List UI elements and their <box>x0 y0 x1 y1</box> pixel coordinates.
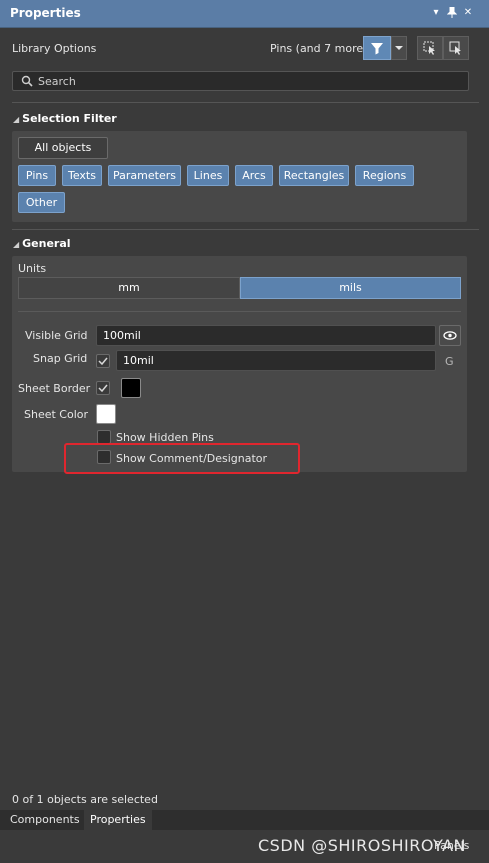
snap-grid-value: 10mil <box>123 354 154 367</box>
library-options-label: Library Options <box>12 42 97 55</box>
filter-button[interactable] <box>363 36 391 60</box>
sheet-border-checkbox[interactable] <box>96 381 110 395</box>
filter-dropdown-button[interactable] <box>391 36 407 60</box>
search-icon <box>21 75 33 87</box>
snap-grid-label: Snap Grid <box>33 352 88 365</box>
select-touching-button[interactable] <box>443 36 469 60</box>
filter-chip-arcs[interactable]: Arcs <box>235 165 273 186</box>
divider <box>12 229 479 230</box>
filter-chip-rectangles[interactable]: Rectangles <box>279 165 349 186</box>
check-icon <box>98 357 108 366</box>
sheet-color-label: Sheet Color <box>24 408 89 421</box>
select-touching-icon <box>449 41 461 55</box>
selection-status: 0 of 1 objects are selected <box>12 793 158 806</box>
snap-grid-checkbox[interactable] <box>96 354 110 368</box>
panel-title-bar: Properties ▾ ✕ <box>0 0 489 28</box>
sheet-border-label: Sheet Border <box>18 382 91 395</box>
filter-chip-regions[interactable]: Regions <box>355 165 414 186</box>
general-header[interactable]: ◢ General <box>13 237 71 250</box>
watermark: CSDN @SHIROSHIROYAN <box>258 836 467 855</box>
divider <box>12 102 479 103</box>
snap-grid-field[interactable]: 10mil <box>116 350 436 371</box>
visible-grid-field[interactable]: 100mil <box>96 325 436 346</box>
select-mask-button[interactable] <box>417 36 443 60</box>
search-input[interactable]: Search <box>12 71 469 91</box>
visible-grid-value: 100mil <box>103 329 141 342</box>
show-hidden-pins-checkbox[interactable] <box>97 430 111 444</box>
units-mils-option[interactable]: mils <box>240 277 461 299</box>
tab-components[interactable]: Components <box>4 810 86 830</box>
filter-icon <box>371 43 383 55</box>
units-label: Units <box>18 262 47 275</box>
eye-icon <box>443 331 457 340</box>
panel-tab-bar: Components Properties <box>0 810 489 830</box>
header-row: Library Options Pins (and 7 more) <box>12 36 476 65</box>
chevron-down-icon[interactable]: ▾ <box>430 7 442 19</box>
pin-icon[interactable] <box>446 6 458 19</box>
visible-grid-label: Visible Grid <box>25 329 88 342</box>
collapse-triangle-icon: ◢ <box>13 115 20 124</box>
filter-chip-parameters[interactable]: Parameters <box>108 165 181 186</box>
select-inside-icon <box>423 41 435 55</box>
sheet-border-color-swatch[interactable] <box>121 378 141 398</box>
filter-chip-other[interactable]: Other <box>18 192 65 213</box>
panel-title: Properties <box>10 6 81 20</box>
filter-summary[interactable]: Pins (and 7 more) <box>270 42 367 55</box>
highlight-annotation <box>64 443 300 474</box>
visibility-toggle-button[interactable] <box>439 325 461 346</box>
check-icon <box>98 384 108 393</box>
sheet-color-swatch[interactable] <box>96 404 116 424</box>
units-mm-option[interactable]: mm <box>18 277 240 299</box>
selection-filter-header[interactable]: ◢ Selection Filter <box>13 112 117 125</box>
divider <box>18 311 461 312</box>
chevron-down-icon <box>395 46 403 50</box>
search-placeholder: Search <box>38 75 76 88</box>
all-objects-button[interactable]: All objects <box>18 137 108 159</box>
filter-chip-lines[interactable]: Lines <box>187 165 229 186</box>
filter-chip-texts[interactable]: Texts <box>62 165 102 186</box>
collapse-triangle-icon: ◢ <box>13 240 20 249</box>
close-icon[interactable]: ✕ <box>462 7 474 19</box>
filter-chip-pins[interactable]: Pins <box>18 165 56 186</box>
snap-grid-shortcut: G <box>445 355 454 368</box>
tab-properties[interactable]: Properties <box>84 810 152 830</box>
